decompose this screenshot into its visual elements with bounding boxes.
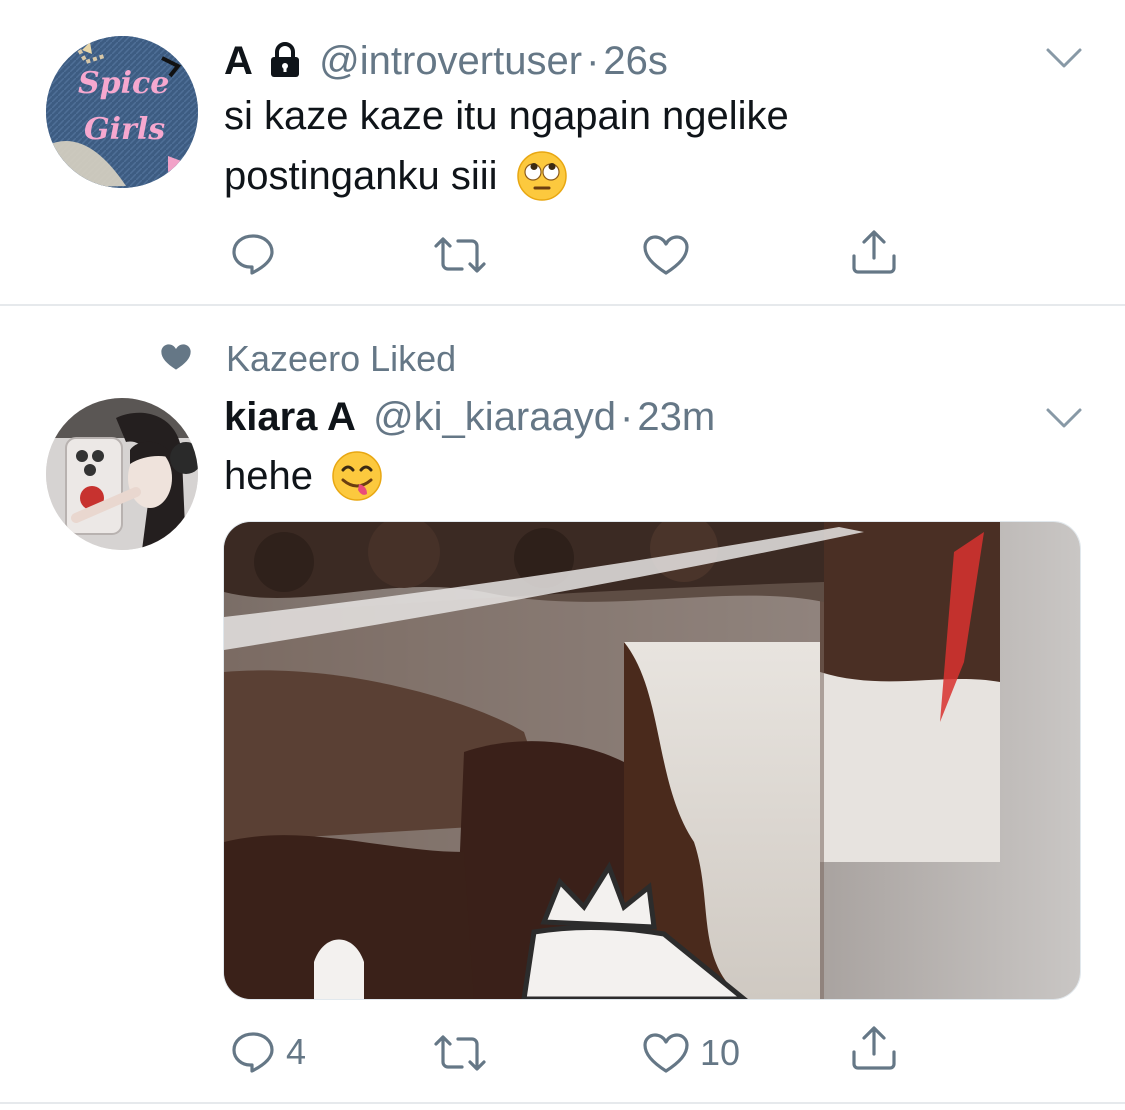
- separator-dot: ·: [586, 39, 600, 83]
- heart-icon: [643, 235, 689, 275]
- avatar[interactable]: [46, 398, 198, 550]
- reply-button[interactable]: [230, 232, 286, 276]
- separator-dot: ·: [620, 395, 634, 439]
- retweet-button[interactable]: [432, 1034, 498, 1072]
- retweet-icon: [434, 237, 486, 273]
- tweet-text-line-2: postinganku siii: [224, 154, 498, 198]
- rolling-eyes-emoji-icon: [516, 150, 568, 202]
- yum-emoji-icon: [331, 450, 383, 502]
- tweet-header: A @introvertuser · 26s: [224, 38, 668, 88]
- lock-icon: [268, 42, 302, 88]
- timestamp[interactable]: 23m: [637, 395, 715, 439]
- avatar-text-spice: Spice: [78, 66, 170, 101]
- timestamp[interactable]: 26s: [603, 39, 668, 83]
- tweet-text-line-1: si kaze kaze itu ngapain ngelike: [224, 94, 789, 138]
- tweet-media-image[interactable]: [223, 521, 1081, 1000]
- reply-icon: [232, 1032, 274, 1073]
- chevron-down-icon[interactable]: [1044, 38, 1084, 78]
- like-button[interactable]: 10: [642, 1032, 740, 1074]
- social-context: Kazeero Liked: [160, 338, 456, 380]
- like-button[interactable]: [642, 234, 700, 276]
- social-context-text[interactable]: Kazeero Liked: [226, 338, 456, 380]
- dessert-cup-photo: [224, 522, 1080, 999]
- tweet-text-line: hehe: [224, 454, 313, 498]
- reply-count: 4: [286, 1031, 307, 1072]
- reply-icon: [232, 234, 274, 275]
- retweet-button[interactable]: [432, 236, 498, 274]
- reply-button[interactable]: 4: [230, 1030, 306, 1074]
- like-count: 10: [700, 1032, 741, 1073]
- heart-icon: [643, 1033, 689, 1073]
- divider: [0, 1102, 1125, 1104]
- share-button[interactable]: [850, 1024, 898, 1072]
- display-name[interactable]: kiara A: [224, 395, 356, 439]
- tweet-text: hehe: [224, 446, 383, 506]
- avatar[interactable]: Spice Girls: [46, 36, 198, 188]
- tweet-text: si kaze kaze itu ngapain ngelike posting…: [224, 86, 789, 206]
- username[interactable]: @ki_kiaraayd: [373, 395, 616, 439]
- chevron-down-icon[interactable]: [1044, 398, 1084, 438]
- avatar-text-girls: Girls: [84, 112, 166, 147]
- divider: [0, 304, 1125, 306]
- liked-heart-icon: [160, 338, 192, 380]
- share-icon: [852, 1026, 896, 1070]
- tweet-header: kiara A @ki_kiaraayd · 23m: [224, 394, 715, 440]
- retweet-icon: [434, 1035, 486, 1071]
- avatar-image: [46, 398, 198, 550]
- display-name[interactable]: A: [224, 39, 253, 83]
- share-icon: [852, 230, 896, 274]
- username[interactable]: @introvertuser: [319, 39, 582, 83]
- share-button[interactable]: [850, 228, 898, 276]
